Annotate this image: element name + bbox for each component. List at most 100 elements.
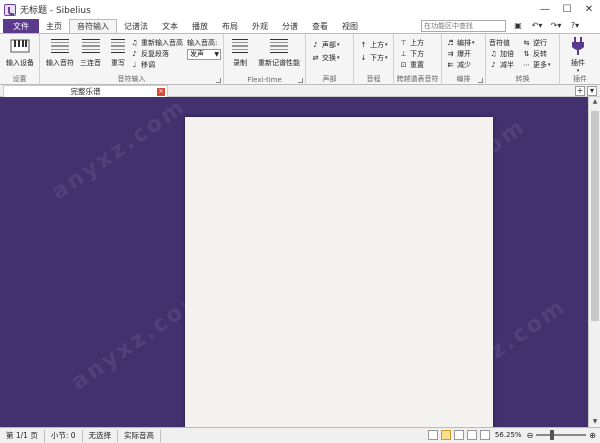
tab-menu-icon[interactable]: ▾ bbox=[587, 86, 597, 96]
vertical-scrollbar[interactable]: ▲ ▼ bbox=[588, 97, 600, 427]
group-label-plugins: 插件 bbox=[573, 75, 587, 83]
group-note-input: 输入音符 三连音 重写 ♫ 重新输入音高 ♪ 反复段落 ♩ 移调 输入音高: 发… bbox=[40, 34, 224, 85]
save-icon[interactable]: ▣ bbox=[510, 20, 526, 31]
swap-button[interactable]: ⇄ 交换 ▾ bbox=[311, 52, 340, 63]
close-button[interactable]: ✕ bbox=[578, 0, 600, 19]
group-label-flexi-time: Flexi-time bbox=[247, 76, 282, 84]
input-pitch-select[interactable]: 发声 ▼ bbox=[187, 49, 221, 60]
zoom-in-icon[interactable]: ⊕ bbox=[589, 431, 596, 440]
tab-play[interactable]: 播放 bbox=[185, 19, 215, 33]
invert-button[interactable]: ⇅ 反转 bbox=[522, 48, 547, 59]
tab-note-input[interactable]: 音符输入 bbox=[69, 19, 117, 33]
tab-file[interactable]: 文件 bbox=[3, 19, 39, 33]
group-setup: 输入设备 设置 bbox=[0, 34, 40, 85]
renotate-performance-button[interactable]: 重新记谱性能 bbox=[258, 36, 300, 68]
group-arrange: ♬ 编排 ▾ ⇉ 爆开 ⇇ 减少 编排 bbox=[442, 34, 486, 85]
rewrite-icon bbox=[108, 36, 128, 56]
view-single-page-icon[interactable] bbox=[466, 430, 477, 440]
zoom-level: 56.25% bbox=[494, 431, 522, 439]
group-label-transform: 转换 bbox=[515, 75, 530, 83]
lock-icon[interactable] bbox=[427, 430, 438, 440]
tab-appearance[interactable]: 外观 bbox=[245, 19, 275, 33]
zoom-slider[interactable] bbox=[536, 430, 587, 440]
interval-up-button[interactable]: ↑ 上方 ▾ bbox=[359, 39, 388, 50]
status-pitch: 实际音高 bbox=[118, 429, 162, 442]
cross-staff-below-button[interactable]: ⊥ 下方 bbox=[399, 48, 424, 59]
input-devices-button[interactable]: 输入设备 bbox=[6, 36, 34, 68]
tab-text[interactable]: 文本 bbox=[155, 19, 185, 33]
group-plugins: 插件 ▾ 插件 bbox=[560, 34, 600, 85]
dialog-launcher-icon[interactable] bbox=[298, 78, 303, 83]
minimize-button[interactable]: — bbox=[534, 0, 556, 19]
reset-icon: ⊡ bbox=[400, 60, 407, 69]
reduce-button[interactable]: ⇇ 减少 bbox=[446, 59, 471, 70]
group-intervals: ↑ 上方 ▾ ↓ 下方 ▾ 音程 bbox=[354, 34, 394, 85]
cross-staff-above-button[interactable]: ⊤ 上方 bbox=[399, 37, 424, 48]
tab-review[interactable]: 查看 bbox=[305, 19, 335, 33]
status-selection: 无选择 bbox=[83, 429, 119, 442]
plug-icon bbox=[568, 36, 588, 56]
zoom-out-icon[interactable]: ⊖ bbox=[527, 431, 534, 440]
invert-icon: ⇅ bbox=[523, 49, 530, 58]
double-button[interactable]: ♫ 加倍 bbox=[489, 48, 514, 59]
ribbon-search-input[interactable]: 在功能区中查找 bbox=[421, 20, 506, 32]
group-flexi-time: 录制 重新记谱性能 Flexi-time bbox=[224, 34, 306, 85]
arrange-button[interactable]: ♬ 编排 ▾ bbox=[446, 37, 474, 48]
retrograde-icon: ⇆ bbox=[523, 38, 530, 47]
document-tab[interactable]: 完整乐谱 ✕ bbox=[3, 85, 168, 97]
input-pitch-label: 输入音高: bbox=[187, 38, 218, 47]
dialog-launcher-icon[interactable] bbox=[216, 78, 221, 83]
reverse-segment-button[interactable]: ♪ 反复段落 bbox=[130, 48, 169, 59]
note-value-button[interactable]: 音符值 bbox=[489, 37, 510, 48]
redo-icon[interactable]: ↷▾ bbox=[548, 20, 564, 31]
rewrite-label: 重写 bbox=[111, 59, 125, 67]
chevron-down-icon: ▼ bbox=[214, 51, 219, 58]
tab-view[interactable]: 视图 bbox=[335, 19, 365, 33]
interval-down-button[interactable]: ↓ 下方 ▾ bbox=[359, 52, 388, 63]
add-tab-icon[interactable]: + bbox=[575, 86, 585, 96]
group-voices: ♪ 声部 ▾ ⇄ 交换 ▾ 声部 bbox=[306, 34, 354, 85]
triplets-label: 三连音 bbox=[80, 59, 101, 67]
view-multi-page-icon[interactable] bbox=[479, 430, 490, 440]
cross-staff-reset-button[interactable]: ⊡ 重置 bbox=[399, 59, 424, 70]
view-panorama-icon[interactable] bbox=[453, 430, 464, 440]
tab-layout[interactable]: 布局 bbox=[215, 19, 245, 33]
group-label-note-input: 音符输入 bbox=[117, 75, 146, 83]
piano-keyboard-icon bbox=[10, 36, 30, 56]
plugins-button[interactable]: 插件 ▾ bbox=[568, 36, 588, 74]
halve-button[interactable]: ♪ 减半 bbox=[489, 59, 514, 70]
retrograde-button[interactable]: ⇆ 逆行 bbox=[522, 37, 547, 48]
scroll-down-icon[interactable]: ▼ bbox=[589, 417, 600, 427]
scroll-up-icon[interactable]: ▲ bbox=[589, 97, 600, 107]
more-button[interactable]: ⋯ 更多 ▾ bbox=[522, 59, 551, 70]
close-tab-icon[interactable]: ✕ bbox=[157, 88, 165, 96]
group-transform: 音符值 ♫ 加倍 ♪ 减半 ⇆ 逆行 ⇅ 反转 ⋯ 更多 ▾ 转换 bbox=[486, 34, 560, 85]
dialog-launcher-icon[interactable] bbox=[478, 78, 483, 83]
rewrite-button[interactable]: 重写 bbox=[108, 36, 128, 68]
swap-icon: ⇄ bbox=[312, 53, 319, 62]
group-label-voices: 声部 bbox=[322, 75, 337, 83]
triplets-button[interactable]: 三连音 bbox=[80, 36, 101, 68]
zoom-slider-knob[interactable] bbox=[550, 430, 555, 440]
watermark: anyxz.com bbox=[47, 97, 192, 206]
reinput-pitch-icon: ♫ bbox=[131, 38, 138, 47]
tab-home[interactable]: 主页 bbox=[39, 19, 69, 33]
window-title: 无标题 - Sibelius bbox=[20, 6, 91, 16]
scroll-thumb[interactable] bbox=[591, 111, 599, 321]
explode-button[interactable]: ⇉ 爆开 bbox=[446, 48, 471, 59]
tab-parts[interactable]: 分谱 bbox=[275, 19, 305, 33]
transpose-button[interactable]: ♩ 移调 bbox=[130, 59, 155, 70]
maximize-button[interactable]: ☐ bbox=[556, 0, 578, 19]
score-workspace[interactable]: anyxz.com anyxz.com anyxz.com anyxz.com bbox=[0, 97, 588, 427]
record-button[interactable]: 录制 bbox=[230, 36, 250, 68]
staff-notes-icon bbox=[50, 36, 70, 56]
reinput-pitch-button[interactable]: ♫ 重新输入音高 bbox=[130, 37, 183, 48]
score-page[interactable] bbox=[185, 117, 493, 427]
voice-button[interactable]: ♪ 声部 ▾ bbox=[311, 39, 339, 50]
input-notes-button[interactable]: 输入音符 bbox=[46, 36, 74, 68]
status-page: 第 1/1 页 bbox=[0, 429, 45, 442]
tab-notations[interactable]: 记谱法 bbox=[117, 19, 155, 33]
undo-icon[interactable]: ↶▾ bbox=[529, 20, 545, 31]
view-spreads-icon[interactable] bbox=[440, 430, 451, 440]
help-icon[interactable]: ?▾ bbox=[567, 20, 583, 31]
